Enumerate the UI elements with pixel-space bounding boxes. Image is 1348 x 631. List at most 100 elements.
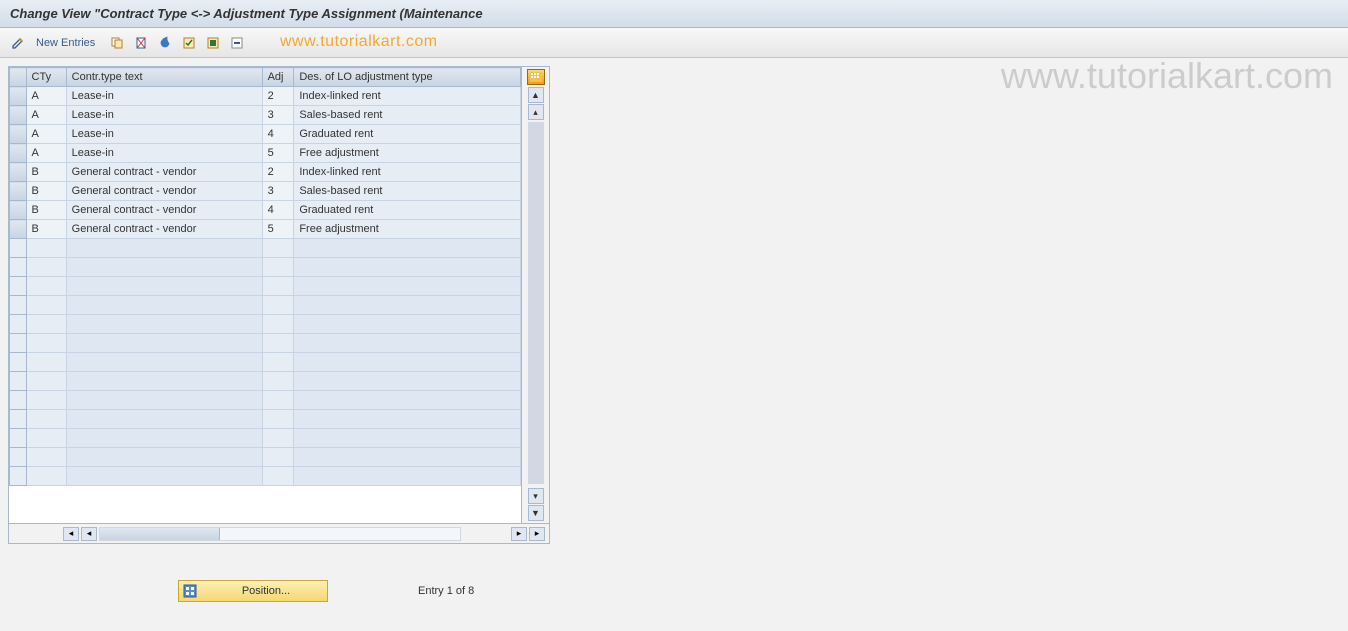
row-selector[interactable] — [10, 144, 27, 163]
undo-icon[interactable] — [155, 33, 175, 53]
cell-adj[interactable] — [262, 448, 294, 467]
cell-adj[interactable]: 2 — [262, 163, 294, 182]
row-selector[interactable] — [10, 467, 27, 486]
table-row[interactable]: BGeneral contract - vendor2Index-linked … — [10, 163, 521, 182]
table-row[interactable] — [10, 334, 521, 353]
table-row[interactable] — [10, 467, 521, 486]
delete-icon[interactable] — [131, 33, 151, 53]
cell-adj[interactable] — [262, 296, 294, 315]
cell-cty[interactable] — [26, 239, 66, 258]
cell-cty[interactable] — [26, 372, 66, 391]
cell-adj[interactable]: 5 — [262, 220, 294, 239]
row-selector[interactable] — [10, 163, 27, 182]
table-row[interactable]: ALease-in2Index-linked rent — [10, 87, 521, 106]
cell-adj[interactable] — [262, 429, 294, 448]
select-all-icon[interactable] — [179, 33, 199, 53]
row-selector[interactable] — [10, 125, 27, 144]
cell-cty[interactable] — [26, 334, 66, 353]
position-button[interactable]: Position... — [178, 580, 328, 602]
cell-adj[interactable] — [262, 391, 294, 410]
table-row[interactable]: ALease-in3Sales-based rent — [10, 106, 521, 125]
cell-adj[interactable] — [262, 467, 294, 486]
cell-cty[interactable]: A — [26, 144, 66, 163]
row-selector[interactable] — [10, 87, 27, 106]
scroll-right-icon[interactable]: ▸ — [511, 527, 527, 541]
table-row[interactable] — [10, 277, 521, 296]
cell-adj[interactable] — [262, 334, 294, 353]
cell-cty[interactable]: B — [26, 201, 66, 220]
row-selector[interactable] — [10, 391, 27, 410]
table-row[interactable] — [10, 296, 521, 315]
row-selector[interactable] — [10, 315, 27, 334]
cell-cty[interactable]: B — [26, 163, 66, 182]
copy-icon[interactable] — [107, 33, 127, 53]
cell-adj[interactable]: 4 — [262, 125, 294, 144]
cell-cty[interactable] — [26, 467, 66, 486]
table-row[interactable] — [10, 448, 521, 467]
vscroll-track[interactable] — [528, 122, 544, 484]
hscroll-thumb[interactable] — [100, 528, 220, 540]
row-selector[interactable] — [10, 239, 27, 258]
row-selector[interactable] — [10, 296, 27, 315]
cell-adj[interactable] — [262, 239, 294, 258]
row-selector[interactable] — [10, 182, 27, 201]
table-row[interactable] — [10, 429, 521, 448]
row-selector[interactable] — [10, 258, 27, 277]
table-row[interactable] — [10, 353, 521, 372]
col-adjdesc[interactable]: Des. of LO adjustment type — [294, 68, 521, 87]
cell-cty[interactable]: A — [26, 87, 66, 106]
change-icon[interactable] — [8, 33, 28, 53]
cell-cty[interactable] — [26, 410, 66, 429]
col-cty[interactable]: CTy — [26, 68, 66, 87]
cell-adj[interactable] — [262, 258, 294, 277]
cell-cty[interactable] — [26, 277, 66, 296]
cell-cty[interactable] — [26, 296, 66, 315]
scroll-first-icon[interactable]: ◂ — [63, 527, 79, 541]
row-selector[interactable] — [10, 410, 27, 429]
col-selector[interactable] — [10, 68, 27, 87]
cell-cty[interactable] — [26, 391, 66, 410]
cell-adj[interactable]: 2 — [262, 87, 294, 106]
deselect-all-icon[interactable] — [227, 33, 247, 53]
table-row[interactable] — [10, 315, 521, 334]
row-selector[interactable] — [10, 106, 27, 125]
cell-cty[interactable] — [26, 258, 66, 277]
row-selector[interactable] — [10, 334, 27, 353]
hscroll-track[interactable] — [99, 527, 461, 541]
scroll-line-down-icon[interactable]: ▾ — [528, 488, 544, 504]
scroll-down-icon[interactable]: ▼ — [528, 505, 544, 521]
cell-cty[interactable]: A — [26, 125, 66, 144]
cell-adj[interactable] — [262, 277, 294, 296]
row-selector[interactable] — [10, 201, 27, 220]
new-entries-button[interactable]: New Entries — [36, 37, 95, 49]
select-block-icon[interactable] — [203, 33, 223, 53]
cell-cty[interactable] — [26, 448, 66, 467]
table-row[interactable] — [10, 258, 521, 277]
cell-cty[interactable]: B — [26, 220, 66, 239]
scroll-left-icon[interactable]: ◂ — [81, 527, 97, 541]
scroll-last-icon[interactable]: ▸ — [529, 527, 545, 541]
table-settings-icon[interactable] — [527, 69, 545, 85]
row-selector[interactable] — [10, 220, 27, 239]
col-adj[interactable]: Adj — [262, 68, 294, 87]
scroll-line-up-icon[interactable]: ▴ — [528, 104, 544, 120]
table-row[interactable]: ALease-in4Graduated rent — [10, 125, 521, 144]
cell-adj[interactable]: 3 — [262, 106, 294, 125]
table-row[interactable]: BGeneral contract - vendor3Sales-based r… — [10, 182, 521, 201]
cell-cty[interactable]: B — [26, 182, 66, 201]
cell-adj[interactable]: 3 — [262, 182, 294, 201]
cell-adj[interactable] — [262, 353, 294, 372]
cell-adj[interactable] — [262, 372, 294, 391]
cell-adj[interactable] — [262, 410, 294, 429]
table-row[interactable]: ALease-in5Free adjustment — [10, 144, 521, 163]
table-row[interactable] — [10, 391, 521, 410]
cell-cty[interactable] — [26, 429, 66, 448]
cell-cty[interactable] — [26, 315, 66, 334]
row-selector[interactable] — [10, 372, 27, 391]
scroll-up-icon[interactable]: ▲ — [528, 87, 544, 103]
row-selector[interactable] — [10, 353, 27, 372]
row-selector[interactable] — [10, 429, 27, 448]
table-row[interactable]: BGeneral contract - vendor5Free adjustme… — [10, 220, 521, 239]
row-selector[interactable] — [10, 277, 27, 296]
table-row[interactable] — [10, 410, 521, 429]
